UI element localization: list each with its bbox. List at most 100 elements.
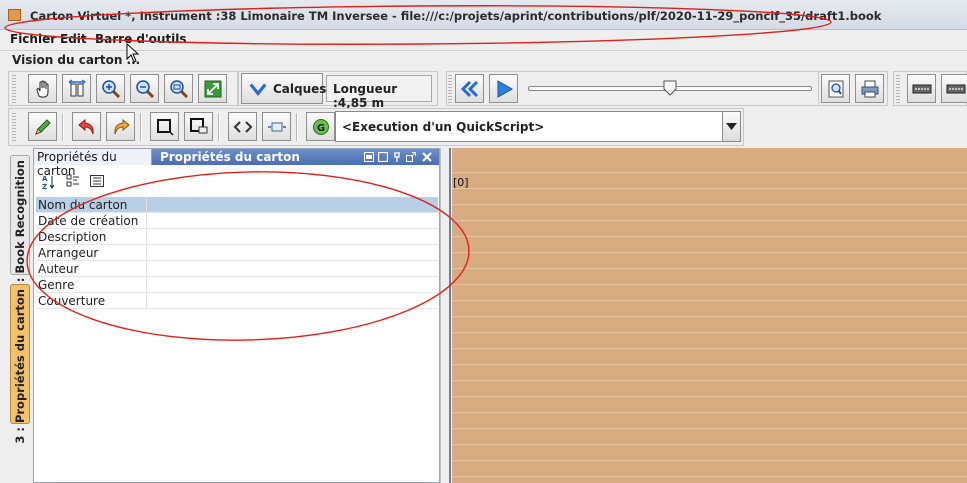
toolbar-grip[interactable] bbox=[448, 75, 452, 103]
track-line bbox=[452, 268, 967, 269]
side-tab-book-recognition[interactable]: 6 : Book Recognition bbox=[10, 155, 30, 294]
column-divider bbox=[146, 277, 147, 293]
svg-text:A: A bbox=[42, 175, 48, 183]
code-button[interactable] bbox=[228, 112, 257, 141]
track-line bbox=[452, 236, 967, 237]
property-name: Auteur bbox=[38, 262, 79, 276]
zoom-out-button[interactable] bbox=[130, 74, 159, 103]
property-row[interactable]: Arrangeur bbox=[36, 245, 438, 261]
column-divider bbox=[146, 229, 147, 245]
quickscript-button[interactable]: G bbox=[306, 112, 335, 141]
keyboard-icon bbox=[946, 84, 965, 93]
pencil-button[interactable] bbox=[28, 112, 57, 141]
description-icon[interactable] bbox=[90, 175, 104, 187]
print-button[interactable] bbox=[855, 74, 884, 103]
track-line bbox=[452, 380, 967, 381]
longueur-value: Longueur :4,85 m bbox=[333, 82, 398, 110]
track-line bbox=[452, 428, 967, 429]
separator bbox=[62, 113, 64, 141]
track-line bbox=[452, 364, 967, 365]
categorize-icon[interactable] bbox=[66, 174, 80, 188]
property-row[interactable]: Couverture bbox=[36, 293, 438, 309]
menu-edit[interactable]: Edit bbox=[60, 32, 87, 46]
panel-tab[interactable]: Propriétés du carton bbox=[34, 149, 152, 178]
zoom-in-icon bbox=[101, 79, 120, 98]
track-line bbox=[452, 412, 967, 413]
track-line bbox=[452, 444, 967, 445]
property-row[interactable]: Genre bbox=[36, 277, 438, 293]
column-divider bbox=[146, 293, 147, 309]
menu-bar: Fichier Edit Barre d'outils bbox=[0, 30, 967, 48]
vision-label: Vision du carton ... bbox=[12, 53, 141, 67]
sort-alpha-icon[interactable]: AZ bbox=[42, 174, 56, 190]
separator bbox=[218, 113, 220, 141]
close-icon[interactable] bbox=[422, 152, 432, 162]
rewind-button[interactable] bbox=[455, 74, 484, 103]
column-divider bbox=[146, 261, 147, 277]
resize-icon bbox=[267, 122, 286, 131]
resize-button[interactable] bbox=[262, 112, 291, 141]
property-name: Description bbox=[38, 230, 107, 244]
keyboard-button-1[interactable] bbox=[907, 74, 936, 103]
fit-width-icon bbox=[68, 79, 85, 96]
window-title: Carton Virtuel *, Instrument :38 Limonai… bbox=[30, 9, 882, 23]
track-line bbox=[452, 204, 967, 205]
property-name: Couverture bbox=[38, 294, 106, 308]
window-titlebar[interactable]: Carton Virtuel *, Instrument :38 Limonai… bbox=[0, 0, 967, 30]
maximize-icon[interactable] bbox=[378, 152, 388, 162]
svg-text:Z: Z bbox=[42, 183, 47, 190]
search-page-button[interactable] bbox=[821, 74, 850, 103]
menu-barre-outils[interactable]: Barre d'outils bbox=[95, 32, 187, 46]
select-rect-button[interactable] bbox=[150, 112, 179, 141]
carton-canvas[interactable]: [0] bbox=[452, 148, 967, 483]
pencil-icon bbox=[34, 118, 51, 135]
property-row[interactable]: Description bbox=[36, 229, 438, 245]
panel-title: Propriétés du carton bbox=[160, 150, 300, 164]
keyboard-icon bbox=[912, 84, 931, 93]
property-name: Nom du carton bbox=[38, 198, 128, 212]
play-icon bbox=[497, 79, 513, 98]
window-menu-icon[interactable] bbox=[364, 152, 374, 162]
zoom-in-button[interactable] bbox=[96, 74, 125, 103]
undo-button[interactable] bbox=[72, 112, 101, 141]
track-line bbox=[452, 476, 967, 477]
properties-table: Nom du carton Date de création Description… bbox=[36, 197, 438, 309]
property-row[interactable]: Nom du carton bbox=[36, 197, 438, 213]
track-line bbox=[452, 460, 967, 461]
toolbar-grip[interactable] bbox=[896, 75, 900, 103]
menu-fichier[interactable]: Fichier bbox=[10, 32, 56, 46]
track-line bbox=[452, 188, 967, 189]
longueur-display: Longueur :4,85 m bbox=[326, 75, 432, 110]
track-line bbox=[452, 396, 967, 397]
float-icon[interactable] bbox=[406, 152, 416, 162]
hand-tool-button[interactable] bbox=[28, 74, 57, 103]
fit-width-button[interactable] bbox=[62, 74, 91, 103]
column-divider bbox=[146, 197, 147, 213]
rewind-icon bbox=[460, 80, 478, 97]
zoom-fit-button[interactable] bbox=[164, 74, 193, 103]
property-name: Date de création bbox=[38, 214, 139, 228]
slider-thumb[interactable] bbox=[663, 80, 677, 96]
select-erase-button[interactable] bbox=[184, 112, 213, 141]
toolbar-grip[interactable] bbox=[12, 75, 16, 103]
zoom-out-icon bbox=[135, 79, 154, 98]
toolbar-grip[interactable] bbox=[12, 113, 16, 141]
mouse-cursor-icon bbox=[126, 43, 140, 63]
split-divider[interactable] bbox=[440, 148, 452, 483]
calques-button[interactable]: Calques bbox=[241, 73, 326, 104]
keyboard-button-2[interactable] bbox=[941, 74, 967, 103]
quickscript-combo[interactable]: <Execution d'un QuickScript> bbox=[335, 111, 741, 142]
chevron-down-icon bbox=[249, 83, 267, 97]
combo-dropdown-button[interactable] bbox=[722, 112, 740, 141]
play-button[interactable] bbox=[489, 74, 518, 103]
pin-icon[interactable] bbox=[392, 152, 402, 162]
redo-button[interactable] bbox=[106, 112, 135, 141]
property-row[interactable]: Date de création bbox=[36, 213, 438, 229]
track-line bbox=[452, 348, 967, 349]
zoom-fit-icon bbox=[169, 79, 188, 98]
property-row[interactable]: Auteur bbox=[36, 261, 438, 277]
vision-section: Vision du carton ... bbox=[0, 50, 967, 69]
expand-button[interactable] bbox=[198, 74, 227, 103]
track-line bbox=[452, 252, 967, 253]
side-tab-proprietes-carton[interactable]: 3 : Propriétés du carton bbox=[10, 284, 30, 444]
